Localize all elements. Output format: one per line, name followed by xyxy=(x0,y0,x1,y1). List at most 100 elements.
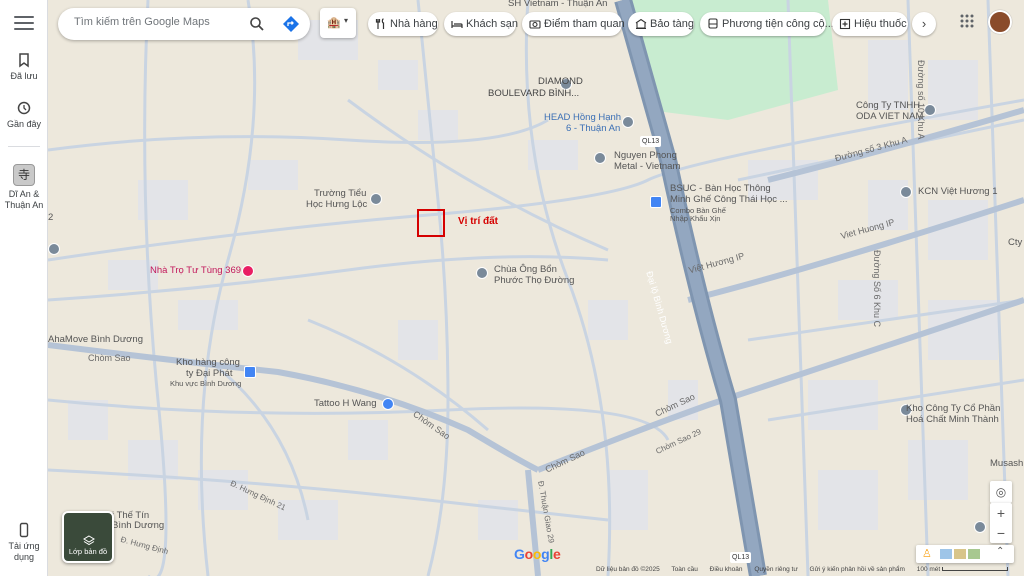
label-bsuc-2: Minh Ghế Công Thái Học ... xyxy=(670,194,788,205)
chip-hotels[interactable]: Khách sạn xyxy=(444,12,518,36)
map-canvas[interactable]: DIAMOND BOULEVARD BÌNH... SH Vietnam - T… xyxy=(48,0,1024,576)
nha-tro-pin[interactable] xyxy=(242,265,254,277)
map-footer: Dữ liệu bản đồ ©2025 Toàn cầu Điều khoản… xyxy=(596,566,1018,576)
chip-pharmacies[interactable]: Hiệu thuốc xyxy=(832,12,908,36)
label-truong-2: Học Hưng Lộc xyxy=(306,199,368,210)
label-boulevard: BOULEVARD BÌNH... xyxy=(488,88,580,99)
road-ql13-bottom: QL13 xyxy=(730,552,752,563)
saved-label: Đã lưu xyxy=(10,71,38,81)
menu-icon[interactable] xyxy=(14,16,34,32)
recent-button[interactable]: Gần đây xyxy=(0,100,48,130)
hotel-toggle[interactable]: 🏨 ▾ xyxy=(320,8,356,38)
museum-icon xyxy=(635,18,647,30)
label-nguyen-phong-2: Metal - Vietnam xyxy=(614,161,681,172)
download-app-button[interactable]: Tải ứng dụng xyxy=(0,522,48,563)
search-input[interactable] xyxy=(74,16,244,28)
avatar[interactable] xyxy=(988,10,1012,34)
phone-icon xyxy=(19,522,29,538)
chip-label: Điểm tham quan xyxy=(544,18,625,30)
road-duong-so-6: Đường Số 6 Khu C xyxy=(872,250,882,327)
pegman-icon[interactable]: ♙ xyxy=(922,547,932,560)
zoom-in-button[interactable]: + xyxy=(990,503,1012,523)
global-link[interactable]: Toàn cầu xyxy=(671,566,697,573)
saved-button[interactable]: Đã lưu xyxy=(0,52,48,82)
label-the-tin-2: Bình Dương xyxy=(112,520,165,531)
imagery-thumb-2[interactable] xyxy=(954,549,966,559)
label-oda-2: ODA VIET NAM xyxy=(856,111,924,122)
google-logo: Google xyxy=(514,546,561,562)
hotel-icon: 🏨 xyxy=(327,17,341,29)
road-ql13-top: QL13 xyxy=(640,136,662,147)
expand-icon[interactable]: ⌃ xyxy=(996,546,1004,557)
musash-pin[interactable] xyxy=(974,521,986,533)
label-bsuc-1: BSUC - Bàn Học Thông xyxy=(670,183,771,194)
layers-icon xyxy=(83,535,95,546)
kcn-pin[interactable] xyxy=(900,186,912,198)
label-ahamove: AhaMove Bình Dương xyxy=(48,334,143,345)
chip-transit[interactable]: Phương tiện công cộ... xyxy=(700,12,834,36)
label-head-honda-2: 6 - Thuận An xyxy=(566,123,621,134)
directions-icon[interactable] xyxy=(282,15,300,33)
layers-button[interactable]: Lớp bản đồ xyxy=(62,511,114,563)
label-nha-tro: Nhà Trọ Tư Tùng 369 xyxy=(150,265,242,276)
camera-icon xyxy=(529,20,541,29)
history-icon xyxy=(17,101,31,115)
place-thumbnail: 寺 xyxy=(13,164,35,186)
kho-hang-pin[interactable] xyxy=(244,366,256,378)
label-diamond: DIAMOND xyxy=(538,76,583,87)
chips-next-button[interactable]: › xyxy=(912,12,936,36)
search-icon[interactable] xyxy=(249,16,265,32)
bsuc-pin[interactable] xyxy=(650,196,662,208)
chip-label: Phương tiện công cộ... xyxy=(722,18,834,30)
label-head-honda-1: HEAD Hồng Hạnh xyxy=(544,112,622,123)
apps-grid-icon[interactable] xyxy=(960,14,974,28)
chip-museums[interactable]: Bảo tàng xyxy=(628,12,694,36)
label-kho-hang-1: Kho hàng công xyxy=(176,357,240,368)
label-kho-hang-3: Khu vực Bình Dương xyxy=(170,379,242,388)
chua-pin[interactable] xyxy=(476,267,488,279)
chip-attractions[interactable]: Điểm tham quan xyxy=(522,12,625,36)
map-data-credit: Dữ liệu bản đồ ©2025 xyxy=(596,566,660,573)
chip-restaurants[interactable]: Nhà hàng xyxy=(368,12,438,36)
chevron-down-icon: ▾ xyxy=(344,16,349,25)
chevron-right-icon: › xyxy=(921,16,927,31)
chip-label: Hiệu thuốc xyxy=(854,18,907,30)
feedback-link[interactable]: Gửi ý kiến phản hồi về sản phẩm xyxy=(810,566,905,573)
chip-label: Nhà hàng xyxy=(390,18,438,30)
label-cty: Cty xyxy=(1008,237,1023,248)
tattoo-pin[interactable] xyxy=(382,398,394,410)
label-num2: 2 xyxy=(48,212,54,223)
scale-label[interactable]: 100 mét xyxy=(917,566,941,573)
my-location-button[interactable]: ◎ xyxy=(990,481,1012,503)
nguyen-phong-pin[interactable] xyxy=(594,152,606,164)
label-chua-1: Chùa Ông Bổn xyxy=(494,264,557,275)
street-view-bar: ♙ ⌃ xyxy=(916,545,1014,563)
label-bsuc-4: Nhập Khẩu Xịn xyxy=(670,214,721,223)
head-honda-pin[interactable] xyxy=(622,116,634,128)
truong-pin[interactable] xyxy=(370,193,382,205)
recent-place-item[interactable]: 寺 Dĩ An & Thuận An xyxy=(0,164,48,211)
imagery-thumb-3[interactable] xyxy=(968,549,980,559)
chip-label: Bảo tàng xyxy=(650,18,695,30)
terms-link[interactable]: Điều khoản xyxy=(710,566,743,573)
recent-label: Gần đây xyxy=(6,119,42,129)
privacy-link[interactable]: Quyền riêng tư xyxy=(754,566,797,573)
edge-pin[interactable] xyxy=(48,243,60,255)
bed-icon xyxy=(451,21,463,28)
imagery-thumb-1[interactable] xyxy=(940,549,952,559)
zoom-out-button[interactable]: − xyxy=(990,523,1012,543)
chip-label: Khách sạn xyxy=(466,18,518,30)
pharmacy-icon xyxy=(839,18,851,30)
zoom-controls: + − xyxy=(990,503,1012,543)
road-chom-sao-1: Chòm Sao xyxy=(88,353,131,363)
label-oda-1: Công Ty TNHH xyxy=(856,100,921,111)
label-sh-vietnam: SH Vietnam - Thuận An xyxy=(508,0,608,9)
download-app-label: Tải ứng dụng xyxy=(8,541,40,562)
label-tattoo: Tattoo H Wang xyxy=(314,398,377,409)
label-kho-cty-2: Hoá Chất Minh Thành xyxy=(906,414,999,425)
fork-knife-icon xyxy=(375,18,385,29)
rail-divider xyxy=(8,146,40,147)
label-chua-2: Phước Thọ Đường xyxy=(494,275,575,286)
marked-location-label: Vị trí đất xyxy=(458,216,499,227)
bookmark-icon xyxy=(19,53,29,68)
